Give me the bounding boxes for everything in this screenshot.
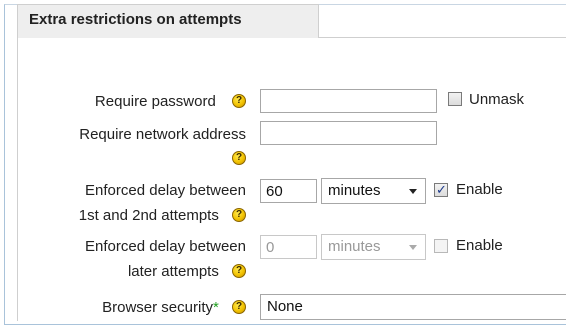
required-marker: *: [212, 299, 219, 316]
delay-first-enable-label: Enable: [456, 181, 503, 198]
delay-first-unit-select[interactable]: minutes: [321, 178, 426, 204]
legend-title: Extra restrictions on attempts: [29, 11, 242, 28]
unmask-label: Unmask: [469, 91, 525, 108]
fieldset-legend: Extra restrictions on attempts: [17, 4, 319, 38]
require-password-input[interactable]: [260, 89, 437, 113]
delay-first-unit-value: minutes: [328, 182, 381, 199]
browser-security-select[interactable]: None: [260, 294, 566, 320]
help-icon[interactable]: ?: [232, 151, 246, 165]
delay-first-label-line1: Enforced delay between: [85, 182, 246, 199]
require-password-label: Require password ?: [95, 91, 246, 112]
delay-later-enable-checkbox[interactable]: [434, 239, 448, 253]
delay-first-label-line2: 1st and 2nd attempts ?: [79, 205, 246, 226]
delay-later-label-line1: Enforced delay between: [85, 238, 246, 255]
help-icon[interactable]: ?: [232, 208, 246, 223]
require-network-input[interactable]: [260, 121, 437, 145]
browser-security-label: Browser security* ?: [102, 297, 246, 318]
delay-later-label-line2: later attempts ?: [128, 261, 246, 282]
unmask-checkbox[interactable]: [448, 92, 462, 106]
delay-later-unit-value: minutes: [328, 238, 381, 255]
help-icon[interactable]: ?: [232, 264, 246, 279]
delay-first-enable-checkbox[interactable]: ✓: [434, 182, 448, 197]
delay-first-value-input[interactable]: [260, 179, 317, 203]
legend-divider: [319, 37, 566, 38]
delay-later-unit-select[interactable]: minutes: [321, 234, 426, 260]
chevron-down-icon: [409, 245, 417, 250]
help-icon[interactable]: ?: [232, 300, 246, 315]
browser-security-value: None: [267, 298, 303, 315]
chevron-down-icon: [409, 189, 417, 194]
delay-later-enable-label: Enable: [456, 237, 503, 254]
delay-later-value-input[interactable]: [260, 235, 317, 259]
require-network-label: Require network address: [79, 126, 246, 143]
help-icon[interactable]: ?: [232, 94, 246, 109]
checkmark-icon: ✓: [436, 182, 447, 197]
